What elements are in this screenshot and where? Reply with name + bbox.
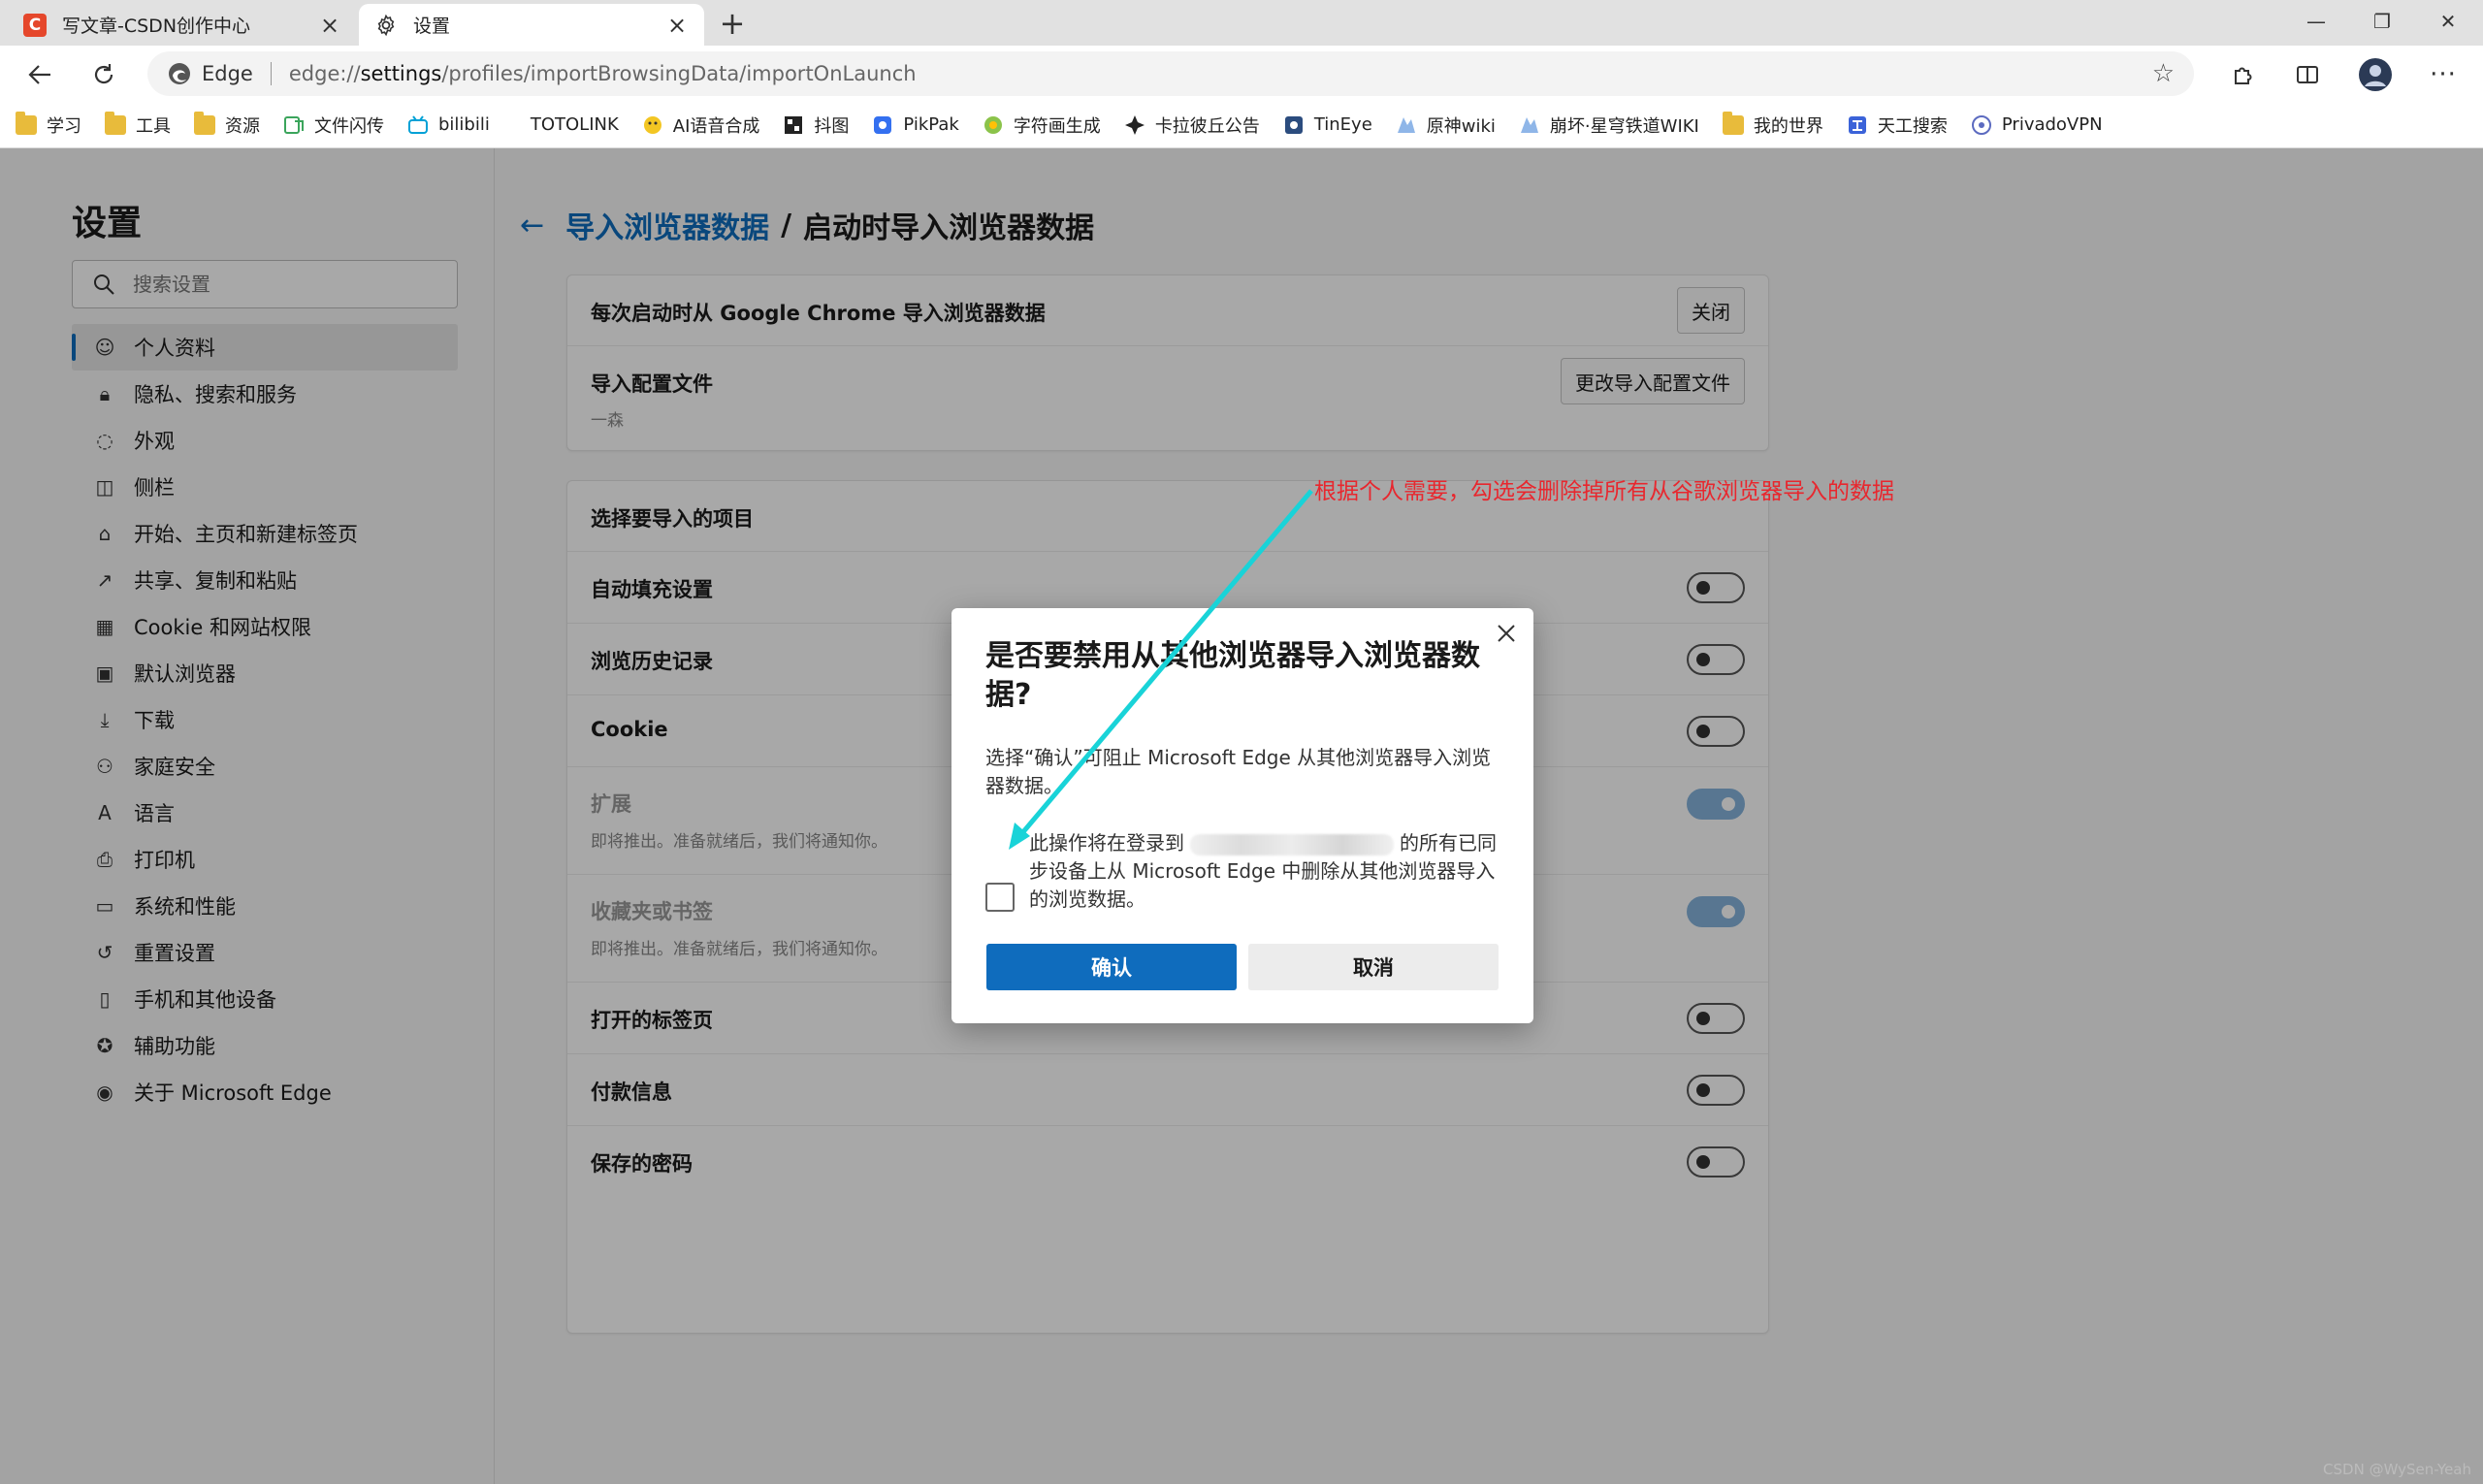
- address-bar[interactable]: Edge edge://settings/profiles/importBrow…: [147, 51, 2194, 96]
- vpn-icon: [1971, 114, 1992, 135]
- bookmark-item[interactable]: 工具: [105, 111, 171, 138]
- blank-icon: [513, 115, 521, 135]
- bookmark-item[interactable]: AI语音合成: [642, 113, 760, 138]
- bookmark-item[interactable]: 字符画生成: [983, 113, 1101, 138]
- address-toolbar: Edge edge://settings/profiles/importBrow…: [0, 46, 2483, 102]
- wiki-icon: [1519, 115, 1540, 135]
- tab-title: 写文章-CSDN创作中心: [62, 16, 251, 37]
- bookmark-item[interactable]: 崩坏·星穹铁道WIKI: [1519, 113, 1699, 138]
- new-tab-button[interactable]: +: [718, 6, 747, 41]
- pikpak-icon: [872, 115, 893, 135]
- bilibili-icon: [407, 114, 429, 135]
- close-tab-icon[interactable]: ×: [318, 12, 341, 39]
- profile-avatar-button[interactable]: [2355, 54, 2396, 95]
- back-arrow-icon: [28, 65, 50, 84]
- bookmark-label: 崩坏·星穹铁道WIKI: [1549, 115, 1699, 137]
- tineye-icon: [1283, 115, 1305, 135]
- bookmark-label: 资源: [225, 115, 260, 137]
- bookmark-item[interactable]: 天工搜索: [1847, 113, 1948, 138]
- bookmark-item[interactable]: 学习: [16, 111, 81, 138]
- bookmark-label: 我的世界: [1753, 115, 1823, 137]
- bookmark-item[interactable]: bilibili: [407, 114, 490, 135]
- address-url[interactable]: edge://settings/profiles/importBrowsingD…: [289, 62, 917, 85]
- folder-icon: [16, 111, 37, 135]
- bookmark-label: PikPak: [903, 114, 959, 135]
- redacted-account: [1190, 833, 1394, 855]
- split-screen-button[interactable]: [2287, 54, 2328, 95]
- refresh-icon: [94, 64, 113, 84]
- ellipsis-icon: ···: [2430, 60, 2457, 89]
- ascii-icon: [983, 115, 1004, 135]
- bookmark-label: TinEye: [1313, 114, 1372, 135]
- bookmark-item[interactable]: 资源: [194, 111, 260, 138]
- bookmark-item[interactable]: 原神wiki: [1396, 113, 1496, 138]
- wiki-icon: [1396, 115, 1417, 135]
- star-icon: [1124, 114, 1145, 135]
- disable-import-dialog: 是否要禁用从其他浏览器导入浏览器数据? 选择“确认”可阻止 Microsoft …: [951, 608, 1533, 1023]
- dialog-body: 选择“确认”可阻止 Microsoft Edge 从其他浏览器导入浏览器数据。: [985, 746, 1492, 797]
- doutu-icon: [783, 115, 804, 135]
- annotation-note: 根据个人需要，勾选会删除掉所有从谷歌浏览器导入的数据: [1314, 479, 1894, 504]
- csdn-icon: C: [23, 13, 47, 37]
- watermark: CSDN @WySen-Yeah: [2323, 1461, 2471, 1478]
- address-separator: [270, 62, 272, 85]
- tab-settings[interactable]: 设置 ×: [359, 4, 704, 46]
- ai-icon: [642, 115, 663, 135]
- close-tab-icon[interactable]: ×: [665, 12, 689, 39]
- bookmark-label: 工具: [136, 115, 171, 137]
- bookmark-label: PrivadoVPN: [2001, 114, 2103, 135]
- favorite-star-icon[interactable]: ☆: [2152, 59, 2175, 88]
- gear-icon: [374, 14, 398, 37]
- close-window-button[interactable]: ✕: [2417, 0, 2479, 43]
- bookmark-item[interactable]: TOTOLINK: [513, 114, 619, 135]
- folder-icon: [194, 111, 215, 135]
- bookmark-item[interactable]: 抖图: [783, 113, 849, 138]
- bookmark-label: bilibili: [438, 114, 490, 135]
- delete-data-checkbox[interactable]: [985, 883, 1015, 912]
- puzzle-icon: [2235, 67, 2252, 84]
- bookmarks-bar: 学习 工具 资源 文件闪传 bilibili TOTOLINK AI语音合成 抖图 PikPak…: [0, 102, 2483, 148]
- bookmark-item[interactable]: 文件闪传: [283, 113, 384, 138]
- tiangong-icon: [1847, 115, 1868, 135]
- bookmark-item[interactable]: 卡拉彼丘公告: [1124, 113, 1260, 138]
- bookmark-item[interactable]: TinEye: [1283, 114, 1372, 135]
- bookmark-label: TOTOLINK: [530, 114, 619, 135]
- restore-button[interactable]: ❐: [2351, 0, 2413, 43]
- back-button[interactable]: [19, 54, 60, 95]
- confirm-button[interactable]: 确认: [986, 944, 1237, 990]
- bookmark-label: 天工搜索: [1877, 115, 1948, 137]
- folder-icon: [105, 111, 126, 135]
- bookmark-label: 文件闪传: [314, 115, 384, 137]
- bookmark-item[interactable]: PrivadoVPN: [1971, 114, 2103, 135]
- tab-csdn[interactable]: C 写文章-CSDN创作中心 ×: [8, 4, 357, 46]
- delete-data-checkbox-label[interactable]: 此操作将在登录到 的所有已同步设备上从 Microsoft Edge 中删除从其他…: [1029, 829, 1504, 914]
- bookmark-label: AI语音合成: [672, 115, 760, 137]
- bookmark-item[interactable]: 我的世界: [1722, 111, 1823, 138]
- bookmark-label: 字符画生成: [1013, 115, 1101, 137]
- bookmark-item[interactable]: PikPak: [872, 114, 959, 135]
- address-brand: Edge: [202, 62, 253, 85]
- cancel-button[interactable]: 取消: [1248, 944, 1499, 990]
- refresh-button[interactable]: [83, 54, 124, 95]
- minimize-button[interactable]: —: [2285, 0, 2347, 43]
- edge-icon: [169, 63, 190, 84]
- bookmark-label: 学习: [47, 115, 81, 137]
- dialog-title: 是否要禁用从其他浏览器导入浏览器数据?: [985, 639, 1480, 712]
- filetransfer-icon: [283, 115, 305, 135]
- split-screen-icon: [2297, 66, 2318, 83]
- close-icon[interactable]: [1493, 622, 1520, 649]
- bookmark-label: 卡拉彼丘公告: [1154, 115, 1260, 137]
- folder-icon: [1722, 111, 1744, 135]
- bookmark-label: 抖图: [814, 115, 850, 137]
- tab-strip: C 写文章-CSDN创作中心 × 设置 × + — ❐ ✕: [0, 0, 2483, 46]
- extensions-button[interactable]: [2223, 54, 2264, 95]
- more-menu-button[interactable]: ···: [2423, 54, 2464, 95]
- tab-title: 设置: [413, 16, 451, 37]
- bookmark-label: 原神wiki: [1426, 115, 1496, 137]
- avatar-icon: [2359, 58, 2392, 91]
